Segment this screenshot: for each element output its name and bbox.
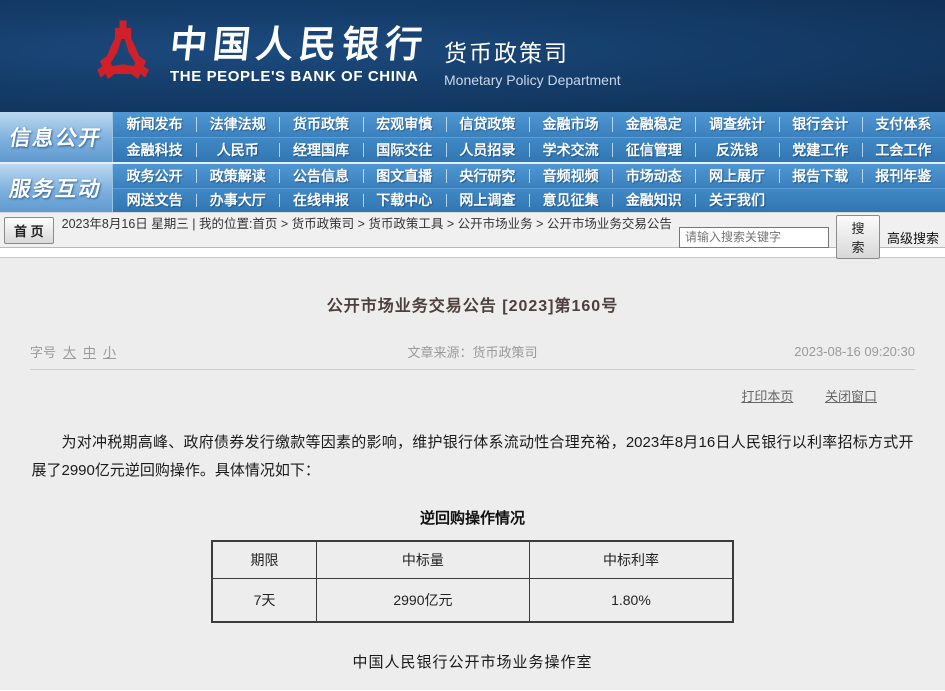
nav-label-services[interactable]: 服务互动 (0, 164, 113, 212)
nav-item-news[interactable]: 新闻发布 (113, 112, 196, 137)
article-meta: 字号 大 中 小 文章来源：货币政策司 2023-08-16 09:20:30 (30, 342, 915, 361)
nav-label-info-disclosure[interactable]: 信息公开 (0, 112, 113, 162)
nav-item-financial-knowledge[interactable]: 金融知识 (612, 189, 695, 213)
nav-item-recruitment[interactable]: 人员招录 (446, 138, 529, 163)
department-name-cn: 货币政策司 (444, 34, 621, 68)
search-button[interactable]: 搜索 (836, 215, 880, 259)
article-content: 公开市场业务交易公告 [2023]第160号 字号 大 中 小 文章来源：货币政… (0, 257, 945, 690)
page-title: 公开市场业务交易公告 [2023]第160号 (0, 258, 945, 316)
table-header-term: 期限 (212, 541, 316, 578)
print-page-link[interactable]: 打印本页 (741, 389, 793, 404)
table-title: 逆回购操作情况 (0, 507, 945, 528)
table-cell-volume: 2990亿元 (316, 578, 529, 622)
nav-section-info-disclosure: 信息公开 新闻发布 法律法规 货币政策 宏观审慎 信贷政策 金融市场 金融稳定 … (0, 112, 945, 162)
font-size-small-link[interactable]: 小 (103, 342, 116, 361)
home-button[interactable]: 首 页 (4, 217, 54, 244)
nav-label-text: 信息公开 (7, 122, 104, 152)
article-datetime: 2023-08-16 09:20:30 (623, 344, 915, 359)
nav-item-download-center[interactable]: 下载中心 (363, 189, 446, 213)
nav-item-party-building[interactable]: 党建工作 (779, 138, 862, 163)
nav-item-online-filing[interactable]: 在线申报 (279, 189, 362, 213)
nav-item-payment-system[interactable]: 支付体系 (862, 112, 945, 137)
nav-item-international[interactable]: 国际交往 (363, 138, 446, 163)
nav-item-empty (779, 189, 862, 213)
nav-item-periodicals[interactable]: 报刊年鉴 (862, 164, 945, 188)
table-row: 7天 2990亿元 1.80% (212, 578, 733, 622)
table-cell-rate: 1.80% (529, 578, 733, 622)
nav-item-macroprudential[interactable]: 宏观审慎 (363, 112, 446, 137)
logo-block: 中国人民银行 THE PEOPLE'S BANK OF CHINA (94, 19, 428, 93)
nav-item-online-survey[interactable]: 网上调查 (446, 189, 529, 213)
nav-section-services: 服务互动 政务公开 政策解读 公告信息 图文直播 央行研究 音频视频 市场动态 … (0, 162, 945, 212)
nav-item-fintech[interactable]: 金融科技 (113, 138, 196, 163)
pboc-logo-icon (94, 19, 152, 93)
article-signature: 中国人民银行公开市场业务操作室 (0, 651, 945, 672)
breadcrumb: 2023年8月16日 星期三 | 我的位置:首页 > 货币政策司 > 货币政策工… (62, 215, 679, 232)
nav-item-audio-video[interactable]: 音频视频 (529, 164, 612, 188)
nav-item-bank-accounting[interactable]: 银行会计 (779, 112, 862, 137)
nav-item-live-broadcast[interactable]: 图文直播 (363, 164, 446, 188)
nav-item-service-hall[interactable]: 办事大厅 (196, 189, 279, 213)
nav-item-market-dynamics[interactable]: 市场动态 (612, 164, 695, 188)
nav-item-credit-policy[interactable]: 信贷政策 (446, 112, 529, 137)
nav-item-announcements[interactable]: 公告信息 (279, 164, 362, 188)
nav-label-text: 服务互动 (7, 173, 104, 203)
meta-divider (30, 369, 915, 370)
nav-item-financial-stability[interactable]: 金融稳定 (612, 112, 695, 137)
nav-item-treasury[interactable]: 经理国库 (279, 138, 362, 163)
advanced-search-link[interactable]: 高级搜索 (887, 228, 939, 247)
font-size-medium-link[interactable]: 中 (83, 342, 96, 361)
article-paragraph: 为对冲税期高峰、政府债券发行缴款等因素的影响，维护银行体系流动性合理充裕，202… (32, 429, 914, 485)
nav-item-empty (862, 189, 945, 213)
nav-item-labor-union[interactable]: 工会工作 (862, 138, 945, 163)
table-header-rate: 中标利率 (529, 541, 733, 578)
department-name-en: Monetary Policy Department (444, 72, 621, 88)
nav-item-web-notices[interactable]: 网送文告 (113, 189, 196, 213)
nav-item-anti-money-laundering[interactable]: 反洗钱 (695, 138, 778, 163)
font-size-large-link[interactable]: 大 (63, 342, 76, 361)
nav-item-gov-affairs[interactable]: 政务公开 (113, 164, 196, 188)
bank-name-cn: 中国人民银行 (168, 27, 430, 66)
table-header-volume: 中标量 (316, 541, 529, 578)
nav-item-academic-exchange[interactable]: 学术交流 (529, 138, 612, 163)
font-size-label: 字号 (30, 342, 56, 361)
nav-item-monetary-policy[interactable]: 货币政策 (279, 112, 362, 137)
breadcrumb-bar: 首 页 2023年8月16日 星期三 | 我的位置:首页 > 货币政策司 > 货… (0, 212, 945, 248)
main-navigation: 信息公开 新闻发布 法律法规 货币政策 宏观审慎 信贷政策 金融市场 金融稳定 … (0, 112, 945, 212)
nav-item-research[interactable]: 央行研究 (446, 164, 529, 188)
repo-operation-table: 期限 中标量 中标利率 7天 2990亿元 1.80% (211, 540, 734, 623)
nav-item-report-download[interactable]: 报告下载 (779, 164, 862, 188)
nav-item-online-exhibition[interactable]: 网上展厅 (695, 164, 778, 188)
search-box: 搜索 高级搜索 (679, 215, 939, 259)
nav-item-about-us[interactable]: 关于我们 (695, 189, 778, 213)
bank-name-en: THE PEOPLE'S BANK OF CHINA (170, 68, 428, 85)
close-window-link[interactable]: 关闭窗口 (825, 389, 877, 404)
site-header: 中国人民银行 THE PEOPLE'S BANK OF CHINA 货币政策司 … (0, 0, 945, 112)
article-source: 文章来源：货币政策司 (322, 342, 623, 361)
nav-item-credit-reference[interactable]: 征信管理 (612, 138, 695, 163)
search-input[interactable] (679, 227, 829, 248)
nav-item-solicit-opinions[interactable]: 意见征集 (529, 189, 612, 213)
nav-item-policy-interpretation[interactable]: 政策解读 (196, 164, 279, 188)
nav-item-renminbi[interactable]: 人民币 (196, 138, 279, 163)
table-cell-term: 7天 (212, 578, 316, 622)
table-header-row: 期限 中标量 中标利率 (212, 541, 733, 578)
nav-item-statistics[interactable]: 调查统计 (695, 112, 778, 137)
nav-item-laws[interactable]: 法律法规 (196, 112, 279, 137)
nav-item-financial-markets[interactable]: 金融市场 (529, 112, 612, 137)
